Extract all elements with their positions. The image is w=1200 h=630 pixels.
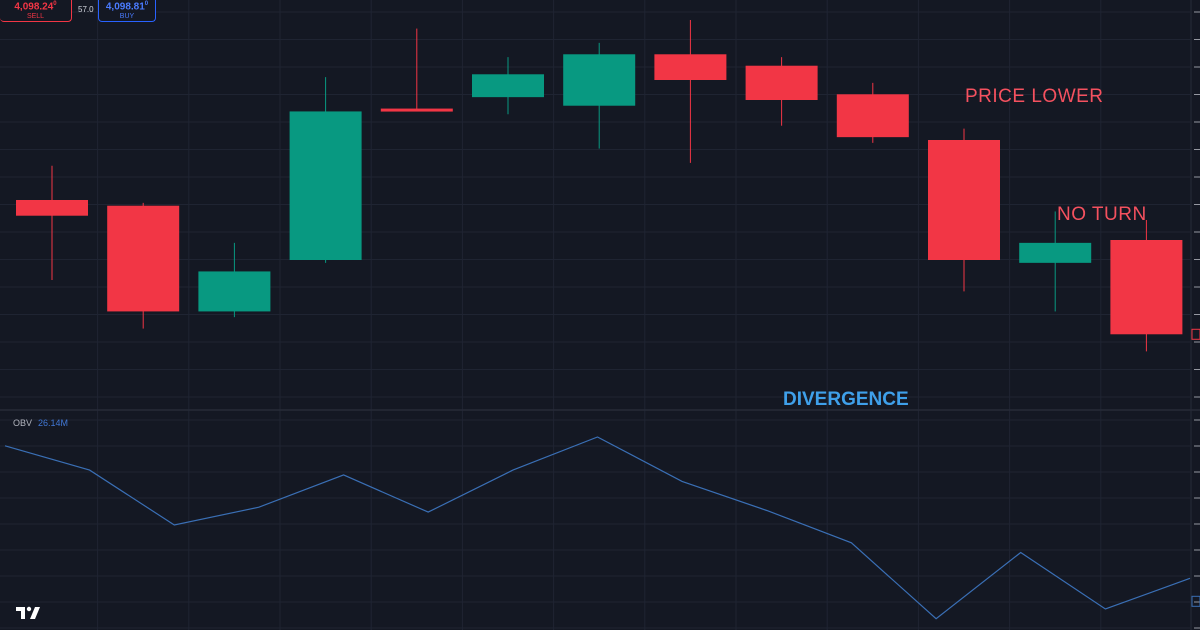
candle-down (380, 108, 453, 112)
tradingview-logo-icon[interactable] (16, 606, 40, 620)
buy-price: 4,098.810 (105, 1, 149, 13)
candle-down (745, 65, 818, 100)
sell-label: SELL (26, 13, 45, 21)
candle-up (198, 271, 271, 312)
candle-down (16, 200, 88, 216)
annotation-price-lower: PRICE LOWER (965, 86, 1104, 107)
spread-value: 57.0 (78, 5, 94, 14)
obv-name: OBV (13, 418, 33, 428)
candle-down (928, 140, 1000, 260)
candle-up (289, 111, 362, 260)
candle-down (107, 205, 180, 312)
buy-label: BUY (119, 13, 135, 21)
candle-up (472, 74, 544, 98)
candle-down (836, 94, 909, 138)
annotation-divergence: DIVERGENCE (783, 389, 909, 410)
sell-button[interactable]: 4,098.240 SELL (0, 0, 72, 22)
last-obv-marker (1191, 595, 1200, 607)
chart-canvas[interactable]: PRICE LOWER NO TURN DIVERGENCE (0, 0, 1200, 630)
price-scale[interactable] (1190, 0, 1200, 630)
obv-line (4, 436, 1191, 620)
obv-value: 26.14M (38, 418, 69, 428)
obv-series (4, 436, 1191, 620)
annotation-no-turn: NO TURN (1057, 204, 1147, 225)
candle-down (1110, 240, 1183, 335)
candle-up (1019, 242, 1092, 263)
candle-down (654, 54, 727, 80)
obv-legend[interactable]: OBV 26.14M (13, 418, 68, 428)
sell-price: 4,098.240 (14, 1, 57, 13)
candlestick-series (16, 20, 1183, 352)
buy-button[interactable]: 4,098.810 BUY (98, 0, 156, 22)
candle-up (563, 54, 636, 106)
last-price-marker (1191, 328, 1200, 340)
